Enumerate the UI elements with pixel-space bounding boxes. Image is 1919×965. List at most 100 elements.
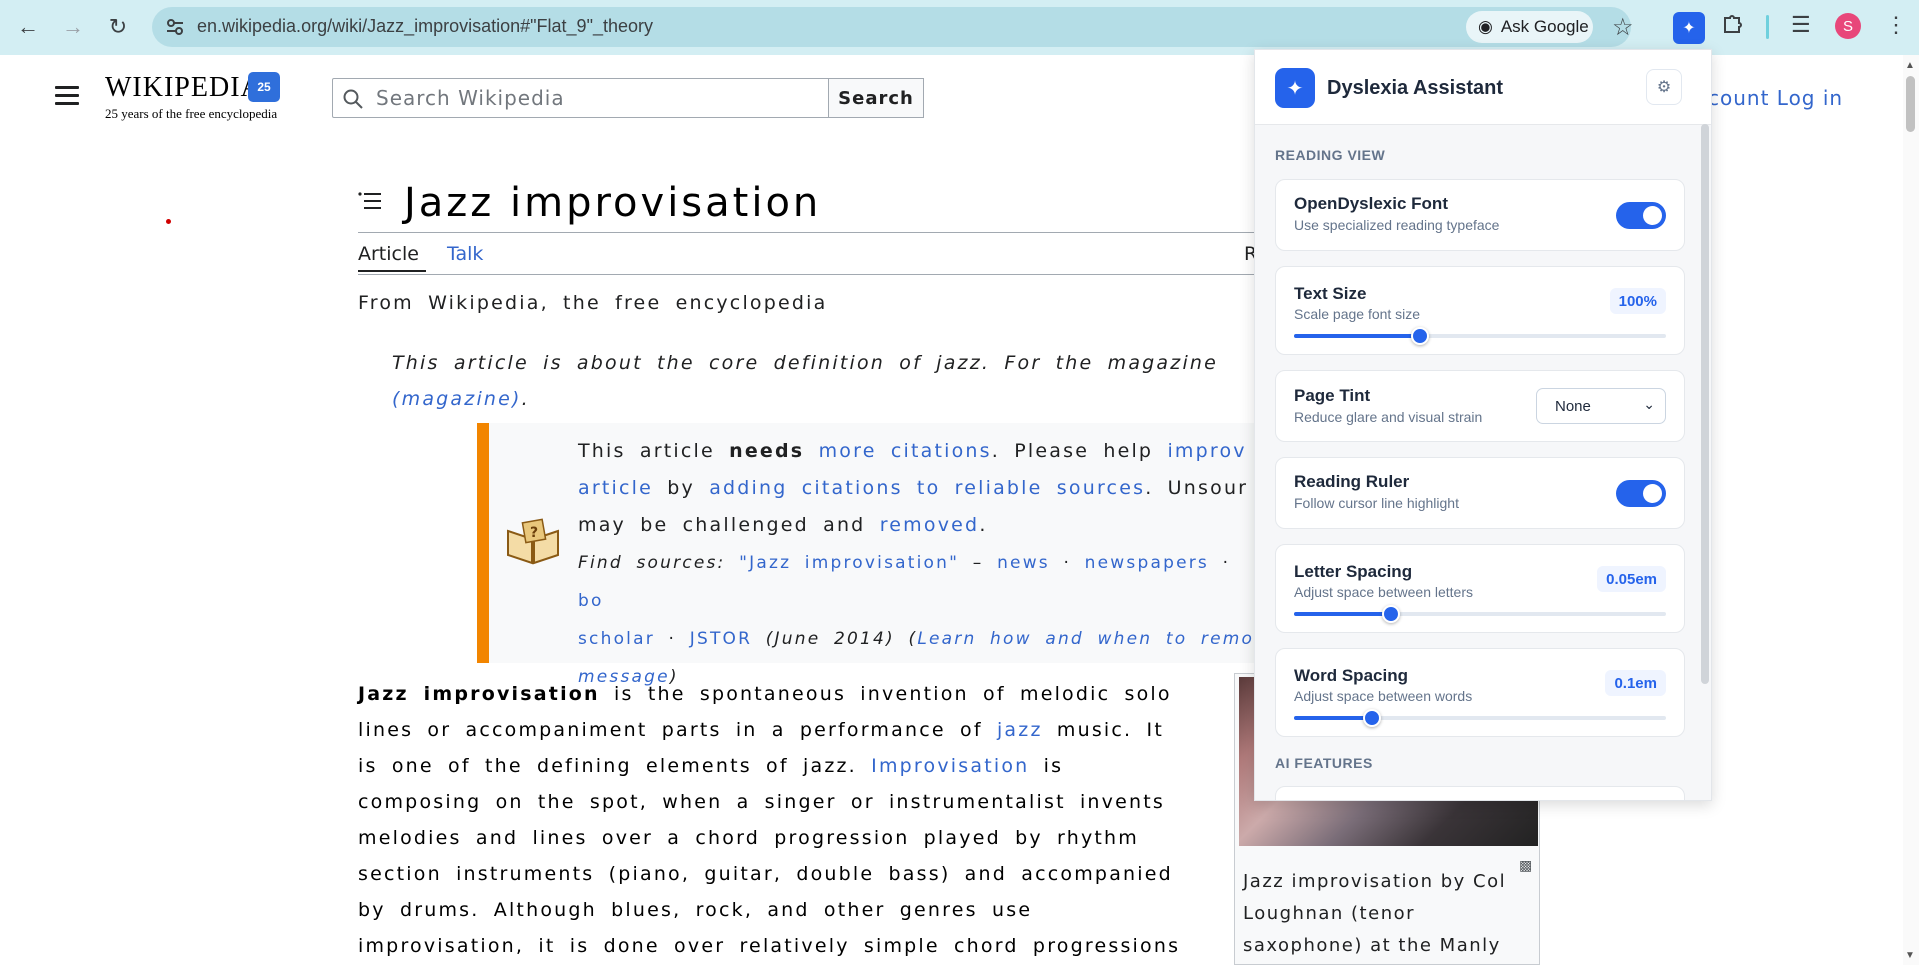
improvisation-link[interactable]: Improvisation — [871, 755, 1029, 777]
letter-spacing-slider[interactable] — [1294, 605, 1666, 623]
text-size-card: Text Size Scale page font size 100% — [1275, 266, 1685, 355]
svg-text:?: ? — [530, 525, 538, 541]
text-size-value: 100% — [1609, 288, 1666, 314]
tab-talk[interactable]: Talk — [447, 243, 483, 265]
page-scrollbar-thumb[interactable] — [1906, 76, 1915, 132]
page-tint-title: Page Tint — [1294, 386, 1371, 405]
toolbar-divider — [1766, 15, 1769, 39]
lead-text-3: is composing on the spot, when a singer … — [358, 755, 1181, 957]
cursor-dot — [166, 219, 171, 224]
word-spacing-card: Word Spacing Adjust space between words … — [1275, 648, 1685, 737]
bookmark-star-icon[interactable]: ☆ — [1612, 13, 1634, 42]
hatnote-end: . — [521, 388, 530, 410]
improve-link[interactable]: improv — [1167, 440, 1246, 462]
site-info-icon[interactable] — [163, 15, 187, 39]
reading-ruler-title: Reading Ruler — [1294, 472, 1410, 491]
word-spacing-title: Word Spacing — [1294, 666, 1408, 685]
text-size-slider[interactable] — [1294, 327, 1666, 345]
panel-header: ✦ Dyslexia Assistant ⚙ — [1255, 50, 1711, 125]
page-tint-select[interactable]: None ⌄ — [1536, 388, 1666, 424]
wikipedia-tagline: 25 years of the free encyclopedia — [105, 106, 278, 121]
url-text[interactable]: en.wikipedia.org/wiki/Jazz_improvisation… — [197, 16, 653, 37]
lead-bold-term: Jazz improvisation — [358, 683, 600, 705]
reload-icon[interactable]: ↻ — [105, 14, 131, 40]
search-icon — [342, 88, 364, 110]
page-title: Jazz improvisation — [404, 180, 822, 226]
reading-ruler-toggle[interactable] — [1616, 480, 1666, 507]
books-link[interactable]: bo — [578, 591, 604, 611]
ambox-needs: needs — [729, 440, 805, 462]
reading-view-heading: READING VIEW — [1275, 147, 1386, 163]
media-controls-icon[interactable]: ☰ — [1791, 12, 1811, 38]
ai-features-card — [1275, 786, 1685, 800]
table-of-contents-icon[interactable] — [358, 191, 382, 211]
ai-features-heading: AI FEATURES — [1275, 755, 1373, 771]
word-spacing-slider-fill — [1294, 716, 1373, 720]
letter-spacing-slider-thumb[interactable] — [1381, 605, 1400, 623]
separator-dot: · — [1049, 553, 1085, 573]
ask-google-label: Ask Google — [1500, 17, 1589, 36]
from-wikipedia-note: From Wikipedia, the free encyclopedia — [358, 292, 828, 314]
back-arrow-icon[interactable]: ← — [15, 14, 41, 40]
word-spacing-slider-thumb[interactable] — [1363, 709, 1382, 727]
text-size-subtitle: Scale page font size — [1294, 306, 1421, 322]
jstor-link[interactable]: JSTOR — [690, 629, 752, 649]
ambox-text-5: may be challenged and — [578, 514, 880, 536]
wikipedia-wordmark[interactable]: WIKIPEDIA — [105, 72, 262, 104]
wikipedia-25-badge[interactable]: 25 — [248, 72, 280, 102]
ask-google-button[interactable]: ◉ Ask Google — [1466, 11, 1593, 43]
lead-paragraph: Jazz improvisation is the spontaneous in… — [358, 676, 1188, 964]
find-sources-dash: – — [959, 553, 998, 573]
jazz-link[interactable]: jazz — [997, 719, 1043, 741]
browser-menu-icon[interactable]: ⋮ — [1885, 12, 1907, 38]
sparkle-logo-icon: ✦ — [1275, 68, 1315, 108]
opendyslexic-font-toggle[interactable] — [1616, 202, 1666, 229]
forward-arrow-icon[interactable]: → — [60, 14, 86, 40]
scroll-up-arrow-icon[interactable]: ▲ — [1905, 60, 1915, 71]
learn-more-link[interactable]: Learn how and when to remo — [917, 629, 1254, 649]
word-spacing-subtitle: Adjust space between words — [1294, 688, 1473, 704]
dyslexia-extension-icon[interactable]: ✦ — [1673, 12, 1705, 44]
main-menu-icon[interactable] — [55, 86, 79, 106]
scroll-down-arrow-icon[interactable]: ▼ — [1905, 950, 1915, 961]
panel-scrollbar[interactable] — [1701, 124, 1709, 684]
hatnote-text: This article is about the core definitio… — [392, 352, 1219, 374]
text-size-title: Text Size — [1294, 284, 1367, 303]
extensions-puzzle-icon[interactable] — [1721, 11, 1745, 42]
ambox-text-3: by — [653, 477, 710, 499]
settings-gear-icon[interactable]: ⚙ — [1646, 69, 1682, 105]
ambox-date: (June 2014) ( — [752, 629, 918, 649]
source-query-link[interactable]: "Jazz improvisation" — [739, 553, 959, 573]
separator-dot: · — [1208, 553, 1231, 573]
removed-link[interactable]: removed — [880, 514, 980, 536]
news-link[interactable]: news — [997, 553, 1050, 573]
tabs-divider — [358, 274, 1258, 275]
ambox-text-6: . — [979, 514, 988, 536]
ambox-text-2: . Please help — [991, 440, 1168, 462]
account-links[interactable]: count Log in — [1708, 86, 1843, 110]
search-button[interactable]: Search — [828, 78, 924, 118]
hatnote: This article is about the core definitio… — [392, 345, 1252, 417]
scholar-link[interactable]: scholar — [578, 629, 655, 649]
improve-article-link[interactable]: article — [578, 477, 653, 499]
word-spacing-slider[interactable] — [1294, 709, 1666, 727]
page-scrollbar[interactable] — [1903, 55, 1919, 965]
ambox-text-4: . Unsour — [1145, 477, 1249, 499]
reading-ruler-subtitle: Follow cursor line highlight — [1294, 495, 1459, 511]
hatnote-magazine-link[interactable]: (magazine) — [392, 388, 522, 410]
active-tab-indicator — [358, 270, 426, 272]
find-sources-label: Find sources: — [578, 553, 740, 573]
more-citations-link[interactable]: more citations — [819, 440, 992, 462]
chevron-down-icon: ⌄ — [1643, 396, 1655, 412]
adding-citations-link[interactable]: adding citations to reliable sources — [709, 477, 1145, 499]
separator-dot: · — [654, 629, 690, 649]
text-size-slider-thumb[interactable] — [1411, 327, 1430, 345]
tab-article[interactable]: Article — [358, 243, 419, 265]
letter-spacing-title: Letter Spacing — [1294, 562, 1413, 581]
search-input[interactable]: Search Wikipedia — [376, 86, 565, 110]
newspapers-link[interactable]: newspapers — [1085, 553, 1209, 573]
profile-avatar[interactable]: S — [1835, 13, 1861, 39]
lens-icon: ◉ — [1478, 17, 1493, 36]
text-size-slider-fill — [1294, 334, 1421, 338]
font-toggle-title: OpenDyslexic Font — [1294, 194, 1448, 213]
